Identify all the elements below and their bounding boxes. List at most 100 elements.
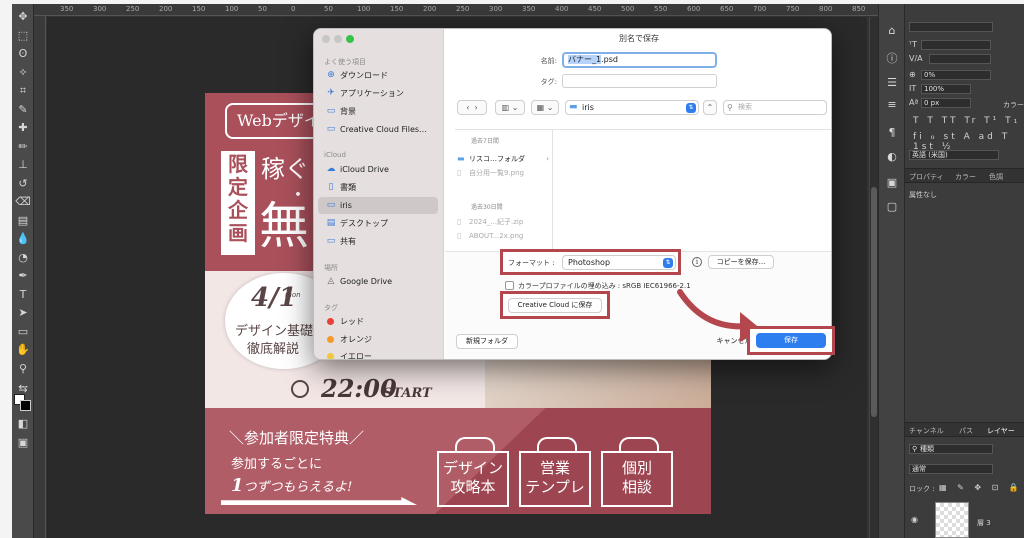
font-family-field[interactable] <box>909 22 993 32</box>
tab-channels[interactable]: チャンネル <box>909 426 944 436</box>
file-item[interactable]: ▬ リスコ…フォルダ › <box>455 153 553 165</box>
screen-mode-icon[interactable]: ▣ <box>15 436 31 450</box>
sidebar-item-google-drive[interactable]: ◬ Google Drive <box>318 273 438 290</box>
back-forward-buttons[interactable]: ‹ › <box>457 100 487 115</box>
embed-profile-checkbox[interactable] <box>505 281 514 290</box>
stamp-icon[interactable]: ⊥ <box>15 158 31 172</box>
banner-box-design: デザイン 攻略本 <box>437 451 509 507</box>
zoom-window-button[interactable] <box>346 35 354 43</box>
baseline-field[interactable]: 0 px <box>921 98 971 108</box>
blur-icon[interactable]: 💧 <box>15 232 31 246</box>
search-input[interactable]: ⚲ 検索 <box>723 100 827 115</box>
font-size-field[interactable] <box>921 40 991 50</box>
canvas-scrollbar[interactable] <box>869 17 878 538</box>
tab-properties[interactable]: プロパティ <box>909 172 944 182</box>
close-window-button[interactable] <box>322 35 330 43</box>
layer-filter-value: 種類 <box>920 445 934 453</box>
column-view-button[interactable]: ▥ ⌄ <box>495 100 525 115</box>
path-select-icon[interactable]: ➤ <box>15 306 31 320</box>
tags-input[interactable] <box>562 74 717 88</box>
gift-bow-icon <box>619 437 659 451</box>
artboard-icon[interactable]: ▢ <box>885 200 899 214</box>
quick-mask-icon[interactable]: ◧ <box>15 417 31 431</box>
save-as-dialog: よく使う項目 ⊕ ダウンロード ✈ アプリケーション ▭ 背景 ▭ Creative C… <box>313 28 832 360</box>
sidebar-item-icloud-drive[interactable]: ☁ iCloud Drive <box>318 161 438 178</box>
info-panel-icon[interactable]: ⓘ <box>885 52 899 66</box>
brush-icon[interactable]: ✏ <box>15 140 31 154</box>
background-color-swatch[interactable] <box>20 400 31 411</box>
gradient-icon[interactable]: ▤ <box>15 214 31 228</box>
sidebar-item-shared[interactable]: ▭ 共有 <box>318 233 438 250</box>
sidebar-item-background[interactable]: ▭ 背景 <box>318 103 438 120</box>
new-folder-button[interactable]: 新規フォルダ <box>456 334 518 349</box>
adjustments-icon[interactable]: ☰ <box>885 76 899 90</box>
sidebar-item-cc-files[interactable]: ▭ Creative Cloud Files... <box>318 121 438 138</box>
vertical-scale-field[interactable]: 100% <box>921 84 971 94</box>
tab-color[interactable]: カラー <box>955 172 976 182</box>
save-to-creative-cloud-button[interactable]: Creative Cloud に保存 <box>508 298 602 313</box>
styles-icon[interactable]: ◐ <box>885 150 899 164</box>
sidebar-item-desktop[interactable]: ▤ デスクトップ <box>318 215 438 232</box>
tab-paths[interactable]: パス <box>959 426 973 436</box>
tracking-field[interactable]: 0% <box>921 70 991 80</box>
eyedropper-icon[interactable]: ✎ <box>15 103 31 117</box>
applications-icon: ✈ <box>327 88 335 98</box>
minimize-window-button[interactable] <box>334 35 342 43</box>
sidebar-item-applications[interactable]: ✈ アプリケーション <box>318 85 438 102</box>
file-item[interactable]: ▯ 自分用一覧9.png <box>455 167 553 179</box>
paragraph-icon[interactable]: ¶ <box>885 126 899 140</box>
history-brush-icon[interactable]: ↺ <box>15 177 31 191</box>
zoom-icon[interactable]: ⚲ <box>15 362 31 376</box>
lasso-icon[interactable]: ʘ <box>15 47 31 61</box>
sidebar-item-iris[interactable]: ▭ iris <box>318 197 438 214</box>
pen-icon[interactable]: ✒ <box>15 269 31 283</box>
layer-name[interactable]: 層 3 <box>977 518 991 528</box>
collapse-button[interactable]: ⌃ <box>703 100 717 115</box>
marquee-icon[interactable]: ⬚ <box>15 29 31 43</box>
healing-icon[interactable]: ✚ <box>15 121 31 135</box>
tab-adjust[interactable]: 色調 <box>989 172 1003 182</box>
dodge-icon[interactable]: ◔ <box>15 251 31 265</box>
color-label: カラー <box>1003 101 1024 109</box>
hand-icon[interactable]: ✋ <box>15 343 31 357</box>
eraser-icon[interactable]: ⌫ <box>15 195 31 209</box>
save-copy-button[interactable]: コピーを保存... <box>708 255 774 269</box>
sidebar-tag-yellow[interactable]: イエロー <box>318 348 438 359</box>
crop-icon[interactable]: ⌗ <box>15 84 31 98</box>
file-item[interactable]: ▯ ABOUT...2x.png <box>455 230 553 242</box>
scrollbar-thumb[interactable] <box>871 187 877 417</box>
type-icon[interactable]: T <box>15 288 31 302</box>
save-button[interactable]: 保存 <box>756 333 826 348</box>
location-select[interactable]: ▬ iris ⇅ <box>565 100 699 115</box>
layer-filter-select[interactable]: ⚲ 種類 <box>909 444 993 454</box>
history-icon[interactable]: ⌂ <box>885 24 899 38</box>
banner-box-kobetsu: 個別 相談 <box>601 451 673 507</box>
sidebar-tag-orange[interactable]: オレンジ <box>318 331 438 348</box>
layers-comp-icon[interactable]: ▣ <box>885 176 899 190</box>
filename-input[interactable]: バナー_1.psd <box>562 52 717 68</box>
file-browser: 過去7日間 ▬ リスコ…フォルダ › ▯ 自分用一覧9.png 過去30日間 ▯ 202… <box>455 129 831 252</box>
tab-layers[interactable]: レイヤー <box>987 426 1015 436</box>
grid-view-button[interactable]: ▦ ⌄ <box>531 100 559 115</box>
file-item[interactable]: ▯ 2024_...紀子.zip <box>455 216 553 228</box>
type-style-buttons[interactable]: T T TT Tr T¹ T₁ <box>913 116 1020 126</box>
blend-mode-select[interactable]: 通常 <box>909 464 993 474</box>
magic-wand-icon[interactable]: ✧ <box>15 66 31 80</box>
sidebar-item-documents[interactable]: ▯ 書類 <box>318 179 438 196</box>
layer-thumbnail[interactable] <box>935 502 969 538</box>
info-icon[interactable]: i <box>692 257 702 267</box>
sidebar-tag-red[interactable]: レッド <box>318 313 438 330</box>
banner-hitotsu: 1つずつもらえるよ! <box>231 475 352 496</box>
tools-panel: ✥ ⬚ ʘ ✧ ⌗ ✎ ✚ ✏ ⊥ ↺ ⌫ ▤ 💧 ◔ ✒ T ➤ ▭ ✋ ⚲ ⋯ ⇆ ◧ ▣ <box>12 4 34 538</box>
opentype-buttons[interactable]: fi ℴ st A ad T 1st ½ <box>913 132 1024 152</box>
language-select[interactable]: 英語 (米国) <box>909 150 999 160</box>
eye-icon[interactable]: ◉ <box>911 515 918 524</box>
format-select[interactable]: Photoshop ⇅ <box>562 255 676 270</box>
move-icon[interactable]: ✥ <box>15 10 31 24</box>
properties-note: 属性なし <box>909 191 937 199</box>
lock-icons[interactable]: ▦ ✎ ✥ ⊡ 🔒 <box>939 483 1023 492</box>
kerning-field[interactable] <box>929 54 991 64</box>
rectangle-icon[interactable]: ▭ <box>15 325 31 339</box>
sidebar-item-downloads[interactable]: ⊕ ダウンロード <box>318 67 438 84</box>
sliders-icon[interactable]: ≡ <box>885 98 899 112</box>
